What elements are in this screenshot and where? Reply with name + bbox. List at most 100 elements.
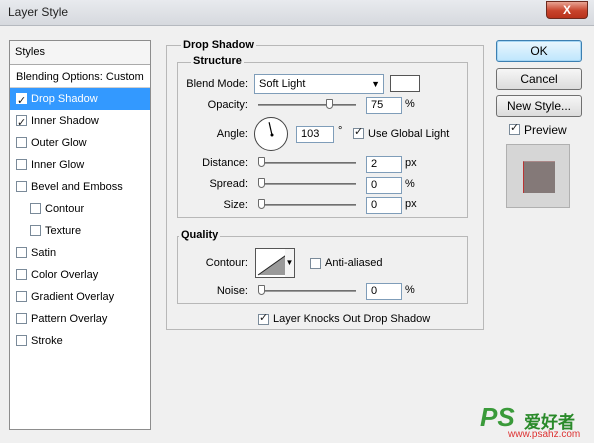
style-item-checkbox[interactable] (16, 291, 27, 302)
noise-label: Noise: (216, 285, 248, 297)
use-global-light-checkbox[interactable] (353, 125, 364, 139)
ok-button[interactable]: OK (496, 40, 582, 62)
style-item-gradient-overlay[interactable]: Gradient Overlay (10, 286, 150, 308)
distance-slider-thumb[interactable] (258, 157, 265, 167)
style-item-inner-glow[interactable]: Inner Glow (10, 154, 150, 176)
spread-unit: % (405, 178, 415, 190)
angle-unit: ° (338, 125, 343, 137)
noise-unit: % (405, 284, 415, 296)
blending-options-item[interactable]: Blending Options: Custom (10, 66, 150, 88)
size-input[interactable]: 0 (366, 197, 402, 214)
blend-mode-select[interactable]: Soft Light ▼ (254, 74, 384, 94)
style-item-pattern-overlay[interactable]: Pattern Overlay (10, 308, 150, 330)
style-item-drop-shadow[interactable]: Drop Shadow (10, 88, 150, 112)
preview-label: Preview (524, 123, 567, 137)
title-bar: Layer Style X (0, 0, 594, 26)
size-slider-thumb[interactable] (258, 199, 265, 209)
style-item-checkbox[interactable] (16, 269, 27, 280)
style-item-label: Texture (45, 225, 82, 237)
structure-title: Structure (191, 55, 244, 67)
style-item-checkbox[interactable] (30, 225, 41, 236)
style-item-label: Pattern Overlay (31, 313, 108, 325)
close-icon: X (562, 3, 571, 17)
contour-dropdown-button[interactable]: ▼ (285, 248, 295, 278)
layer-knocks-out-label: Layer Knocks Out Drop Shadow (273, 313, 431, 325)
style-item-checkbox[interactable] (16, 137, 27, 148)
style-item-texture[interactable]: Texture (10, 220, 150, 242)
style-item-checkbox[interactable] (16, 181, 27, 192)
preview-area (506, 144, 570, 208)
opacity-slider-thumb[interactable] (326, 99, 334, 109)
style-item-label: Inner Shadow (31, 115, 99, 127)
style-item-label: Drop Shadow (31, 93, 98, 105)
quality-title: Quality (179, 229, 221, 241)
layer-knocks-out-checkbox[interactable] (258, 311, 269, 325)
watermark-url: www.psahz.com (508, 429, 581, 440)
spread-slider[interactable] (258, 183, 356, 185)
angle-needle-icon (268, 122, 274, 137)
anti-aliased-checkbox[interactable] (310, 258, 321, 269)
style-item-label: Color Overlay (31, 269, 99, 281)
noise-slider[interactable] (258, 290, 356, 292)
distance-label: Distance: (202, 157, 248, 169)
style-item-checkbox[interactable] (16, 313, 27, 324)
close-button[interactable]: X (546, 1, 588, 19)
style-item-inner-shadow[interactable]: Inner Shadow (10, 110, 150, 134)
style-item-checkbox[interactable] (16, 112, 27, 134)
blending-options-label: Blending Options: Custom (16, 71, 144, 83)
noise-input[interactable]: 0 (366, 283, 402, 300)
noise-slider-thumb[interactable] (258, 285, 265, 295)
style-item-checkbox[interactable] (16, 247, 27, 258)
style-item-label: Inner Glow (31, 159, 85, 171)
shadow-color-swatch[interactable] (390, 75, 420, 92)
angle-dial[interactable] (254, 117, 288, 151)
style-item-label: Bevel and Emboss (31, 181, 123, 193)
window-title: Layer Style (8, 5, 69, 19)
distance-input[interactable]: 2 (366, 156, 402, 173)
style-item-label: Gradient Overlay (31, 291, 115, 303)
styles-list: Styles Blending Options: Custom Drop Sha… (9, 40, 151, 430)
opacity-unit: % (405, 98, 415, 110)
drop-shadow-title: Drop Shadow (181, 39, 256, 51)
size-unit: px (405, 198, 417, 210)
size-slider[interactable] (258, 204, 356, 206)
chevron-down-icon: ▼ (371, 79, 380, 89)
size-label: Size: (223, 199, 248, 211)
styles-header: Styles (10, 41, 150, 65)
spread-slider-thumb[interactable] (258, 178, 265, 188)
style-item-checkbox[interactable] (16, 335, 27, 346)
blend-mode-value: Soft Light (259, 78, 306, 90)
style-item-bevel-and-emboss[interactable]: Bevel and Emboss (10, 176, 150, 198)
style-item-label: Satin (31, 247, 57, 259)
opacity-label: Opacity: (207, 99, 248, 111)
distance-slider[interactable] (258, 162, 356, 164)
style-item-outer-glow[interactable]: Outer Glow (10, 132, 150, 154)
angle-label: Angle: (216, 128, 248, 140)
style-item-label: Stroke (31, 335, 63, 347)
watermark-logo: PS 爱好者 www.psahz.com (480, 402, 592, 442)
opacity-input[interactable]: 75 (366, 97, 402, 114)
style-item-checkbox[interactable] (16, 90, 27, 112)
angle-input[interactable]: 103 (296, 126, 334, 143)
style-item-contour[interactable]: Contour (10, 198, 150, 220)
cancel-button[interactable]: Cancel (496, 68, 582, 90)
style-item-stroke[interactable]: Stroke (10, 330, 150, 352)
new-style-button[interactable]: New Style... (496, 95, 582, 117)
chevron-down-icon: ▼ (285, 258, 294, 267)
spread-input[interactable]: 0 (366, 177, 402, 194)
spread-label: Spread: (209, 178, 248, 190)
distance-unit: px (405, 157, 417, 169)
blend-mode-label: Blend Mode: (186, 78, 248, 90)
preview-thumbnail (523, 161, 555, 193)
contour-label: Contour: (205, 257, 248, 269)
opacity-slider[interactable] (258, 104, 356, 106)
style-item-label: Contour (45, 203, 85, 215)
use-global-light-label: Use Global Light (368, 128, 450, 140)
preview-checkbox[interactable] (509, 121, 520, 135)
style-item-checkbox[interactable] (16, 159, 27, 170)
style-item-color-overlay[interactable]: Color Overlay (10, 264, 150, 286)
style-item-checkbox[interactable] (30, 203, 41, 214)
anti-aliased-label: Anti-aliased (325, 257, 383, 269)
style-item-label: Outer Glow (31, 137, 87, 149)
style-item-satin[interactable]: Satin (10, 242, 150, 264)
